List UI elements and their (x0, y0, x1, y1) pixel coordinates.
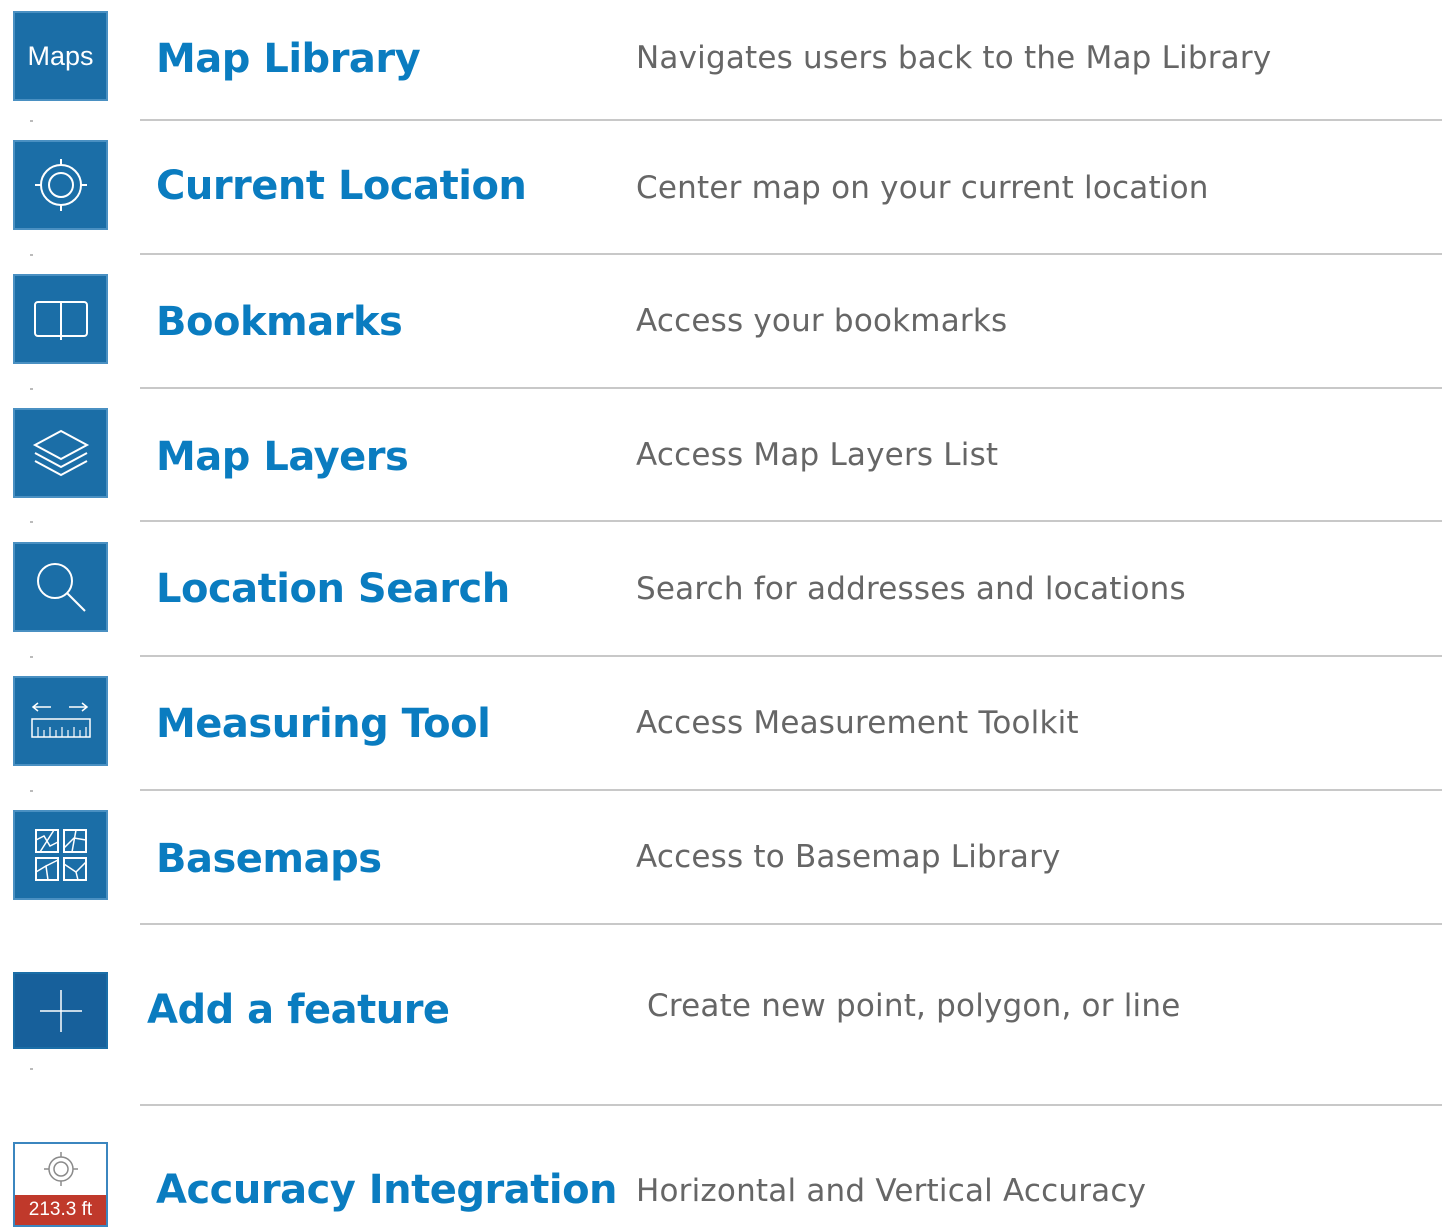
location-search-title: Location Search (156, 566, 510, 612)
bookmarks-description: Access your bookmarks (636, 303, 1008, 339)
measuring-tool-title: Measuring Tool (156, 701, 491, 747)
row-tick (30, 790, 33, 792)
row-tick (30, 656, 33, 658)
map-library-button[interactable]: Maps (13, 11, 108, 101)
magnifier-search-icon (36, 563, 86, 612)
row-divider (140, 253, 1442, 255)
current-location-title: Current Location (156, 163, 527, 209)
bookmarks-title: Bookmarks (156, 299, 403, 345)
accuracy-integration-title: Accuracy Integration (156, 1167, 618, 1213)
add-feature-title: Add a feature (147, 987, 450, 1033)
map-library-title: Map Library (156, 36, 421, 82)
add-feature-button[interactable] (13, 972, 108, 1049)
basemap-grid-icon (34, 829, 87, 881)
row-tick (30, 254, 33, 256)
accuracy-button[interactable]: 213.3 ft (13, 1142, 108, 1227)
plus-add-icon (39, 989, 82, 1032)
add-feature-description: Create new point, polygon, or line (647, 988, 1181, 1024)
map-layers-title: Map Layers (156, 434, 409, 480)
layers-stack-icon (32, 429, 89, 477)
row-divider (140, 923, 1442, 925)
open-book-icon (33, 301, 88, 340)
ruler-measure-icon (30, 702, 91, 738)
accuracy-value-badge: 213.3 ft (15, 1195, 106, 1225)
map-layers-description: Access Map Layers List (636, 437, 999, 473)
basemaps-title: Basemaps (156, 836, 382, 882)
row-divider (140, 520, 1442, 522)
location-search-description: Search for addresses and locations (636, 571, 1186, 607)
basemaps-description: Access to Basemap Library (636, 839, 1061, 875)
row-divider (140, 119, 1442, 121)
accuracy-target-icon (43, 1152, 78, 1186)
maps-text-icon: Maps (27, 40, 94, 71)
measuring-tool-button[interactable] (13, 676, 108, 766)
basemaps-button[interactable] (13, 810, 108, 900)
location-search-button[interactable] (13, 542, 108, 632)
current-location-button[interactable] (13, 140, 108, 230)
row-divider (140, 789, 1442, 791)
row-divider (140, 387, 1442, 389)
map-layers-button[interactable] (13, 408, 108, 498)
map-library-description: Navigates users back to the Map Library (636, 40, 1272, 76)
row-tick (30, 1068, 33, 1070)
row-tick (30, 388, 33, 390)
bookmarks-button[interactable] (13, 274, 108, 364)
measuring-tool-description: Access Measurement Toolkit (636, 705, 1079, 741)
row-tick (30, 521, 33, 523)
accuracy-integration-description: Horizontal and Vertical Accuracy (636, 1173, 1147, 1209)
row-tick (30, 120, 33, 122)
row-divider (140, 655, 1442, 657)
crosshair-target-icon (34, 159, 87, 211)
row-divider (140, 1104, 1442, 1106)
current-location-description: Center map on your current location (636, 170, 1209, 206)
